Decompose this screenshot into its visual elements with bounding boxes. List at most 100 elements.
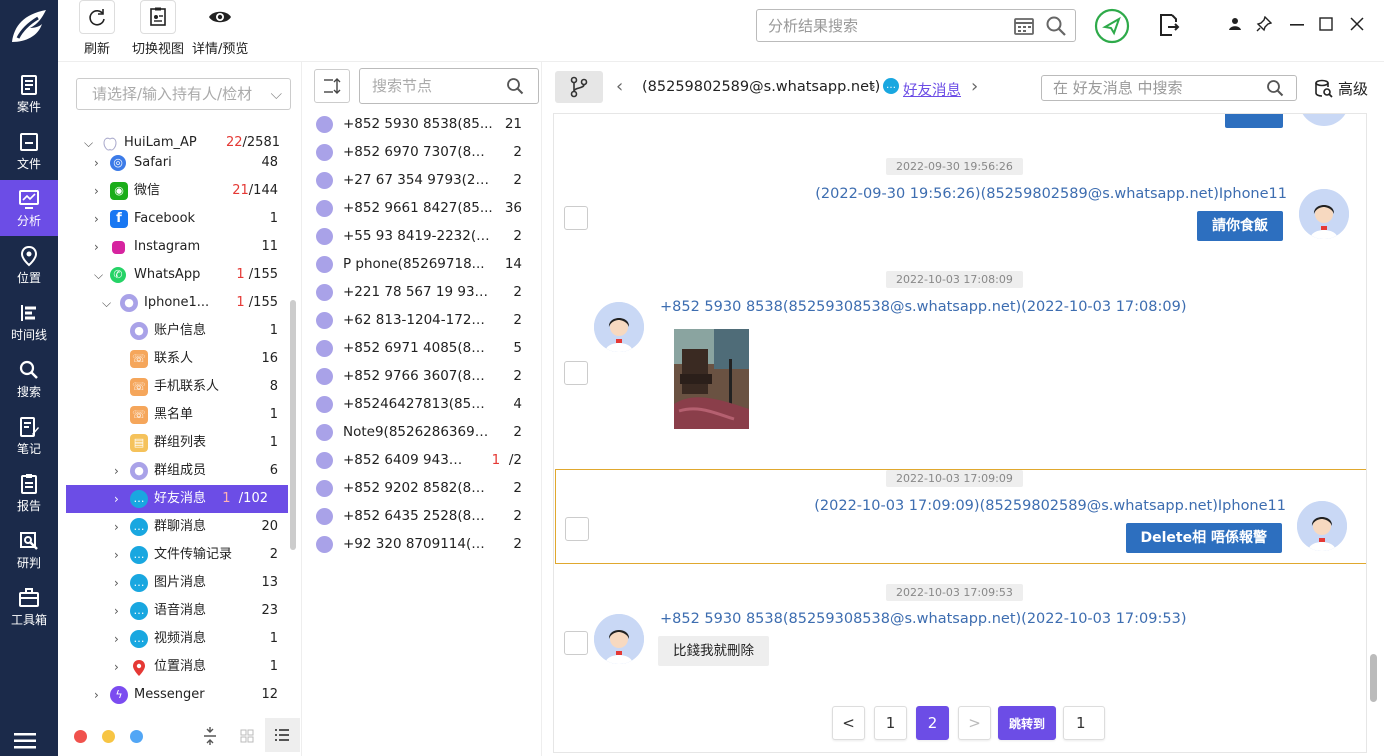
page-2-button[interactable]: 2 — [916, 706, 949, 740]
minimize-icon[interactable] — [1290, 24, 1304, 26]
tree-item-whatsapp[interactable]: ⌵ ✆ WhatsApp 1 /155 — [58, 261, 290, 289]
list-view-button[interactable] — [265, 718, 300, 752]
node-search-input[interactable]: 搜索节点 — [359, 68, 539, 104]
tree-item-messenger[interactable]: › ϟ Messenger 12 — [58, 681, 290, 709]
tree-item-group-chat[interactable]: › … 群聊消息 20 — [58, 513, 290, 541]
node-row[interactable]: +852 6971 4085(852... 5 — [302, 334, 542, 362]
export-icon[interactable] — [1158, 13, 1180, 37]
branch-button[interactable] — [555, 71, 603, 103]
chevron-right-icon[interactable]: › — [114, 457, 119, 485]
grid-view-icon[interactable] — [240, 729, 254, 743]
chat-scrollbar[interactable] — [1370, 654, 1377, 702]
tree-item-image-messages[interactable]: › … 图片消息 13 — [58, 569, 290, 597]
tree-item-account-info[interactable]: ● 账户信息 1 — [58, 317, 290, 345]
search-icon[interactable] — [1266, 79, 1284, 97]
chevron-right-icon[interactable]: › — [114, 625, 119, 653]
calendar-icon[interactable] — [1013, 15, 1035, 37]
message-bubble-outgoing[interactable]: 請你食飯 — [1197, 211, 1283, 241]
tree-item-location-messages[interactable]: › 位置消息 1 — [58, 653, 290, 681]
node-row[interactable]: +852 6435 2528(852... 2 — [302, 502, 542, 530]
close-icon[interactable] — [1350, 17, 1364, 31]
prev-page-button[interactable]: < — [832, 706, 865, 740]
tree-item-group-members[interactable]: › ● 群组成员 6 — [58, 457, 290, 485]
node-row[interactable]: +852 9202 8582(852... 2 — [302, 474, 542, 502]
node-row[interactable]: +852 6970 7307(852... 2 — [302, 138, 542, 166]
chat-search-input[interactable]: 在 好友消息 中搜索 — [1041, 75, 1297, 101]
tree-item-voice-messages[interactable]: › … 语音消息 23 — [58, 597, 290, 625]
node-row[interactable]: P phone(85269718... 14 — [302, 250, 542, 278]
red-filter-dot[interactable] — [74, 730, 87, 743]
node-row[interactable]: +92 320 8709114(92... 2 — [302, 530, 542, 558]
yellow-filter-dot[interactable] — [102, 730, 115, 743]
chevron-right-icon[interactable]: › — [94, 233, 99, 261]
node-row[interactable]: +27 67 354 9793(27... 2 — [302, 166, 542, 194]
message-checkbox[interactable] — [564, 361, 588, 385]
next-page-button[interactable]: > — [958, 706, 991, 740]
node-row[interactable]: +85246427813(8524... 4 — [302, 390, 542, 418]
node-row[interactable]: Note9(85262863694... 2 — [302, 418, 542, 446]
blue-filter-dot[interactable] — [130, 730, 143, 743]
tree-item-group-list[interactable]: ▤ 群组列表 1 — [58, 429, 290, 457]
tree-item-facebook[interactable]: › f Facebook 1 — [58, 205, 290, 233]
sort-button[interactable] — [314, 69, 350, 103]
result-search-input[interactable]: 分析结果搜索 — [756, 9, 1076, 42]
jump-page-input[interactable]: 1 — [1063, 706, 1105, 740]
chevron-right-icon[interactable]: › — [94, 205, 99, 233]
nav-timeline[interactable]: 时间线 — [0, 294, 58, 350]
nav-search[interactable]: 搜索 — [0, 351, 58, 407]
jump-to-button[interactable]: 跳转到 — [998, 706, 1056, 740]
tree-item-safari[interactable]: › ◎ Safari 48 — [58, 149, 290, 177]
tree-item-contacts[interactable]: ☏ 联系人 16 — [58, 345, 290, 373]
node-row[interactable]: +221 78 567 19 93(2... 2 — [302, 278, 542, 306]
user-icon[interactable] — [1228, 17, 1242, 31]
chevron-right-icon[interactable]: › — [94, 177, 99, 205]
message-bubble-incoming[interactable]: 比錢我就刪除 — [658, 636, 769, 666]
refresh-button[interactable]: 刷新 — [79, 0, 115, 57]
chevron-right-icon[interactable]: › — [94, 149, 99, 177]
chevron-right-icon[interactable]: › — [94, 681, 99, 709]
node-row[interactable]: +55 93 8419-2232(5... 2 — [302, 222, 542, 250]
tree-item-wechat[interactable]: › ◉ 微信 21/144 — [58, 177, 290, 205]
message-checkbox[interactable] — [564, 206, 588, 230]
nav-location[interactable]: 位置 — [0, 237, 58, 293]
chevron-down-icon[interactable]: ⌵ — [94, 261, 103, 289]
node-row[interactable]: +852 9766 3607(852... 2 — [302, 362, 542, 390]
chevron-right-icon[interactable]: › — [114, 485, 119, 513]
holder-select[interactable]: 请选择/输入持有人/检材 ⌵ — [76, 78, 291, 110]
maximize-icon[interactable] — [1319, 17, 1333, 31]
tree-item-file-transfer[interactable]: › … 文件传输记录 2 — [58, 541, 290, 569]
back-chevron-icon[interactable]: ‹ — [616, 76, 623, 97]
nav-judge[interactable]: 研判 — [0, 522, 58, 578]
nav-analysis[interactable]: 分析 — [0, 180, 58, 236]
page-1-button[interactable]: 1 — [874, 706, 907, 740]
menu-icon[interactable] — [14, 732, 36, 750]
message-image[interactable] — [674, 329, 749, 429]
message-bubble-outgoing[interactable]: Delete相 唔係報警 — [1125, 523, 1282, 553]
pin-icon[interactable] — [1256, 16, 1272, 32]
message-checkbox[interactable] — [564, 631, 588, 655]
chevron-right-icon[interactable]: › — [114, 597, 119, 625]
tree-item-video-messages[interactable]: › … 视频消息 1 — [58, 625, 290, 653]
detail-preview-button[interactable]: 详情/预览 — [192, 0, 248, 57]
tree-item-instagram[interactable]: › Instagram 11 — [58, 233, 290, 261]
switch-view-button[interactable]: 切换视图 — [132, 0, 184, 57]
chevron-down-icon[interactable]: ⌵ — [102, 289, 111, 317]
advanced-search-button[interactable]: 高级 — [1314, 78, 1368, 99]
nav-files[interactable]: 文件 — [0, 123, 58, 179]
node-row[interactable]: +852 9661 8427(85... 36 — [302, 194, 542, 222]
nav-report[interactable]: 报告 — [0, 465, 58, 521]
nav-toolbox[interactable]: 工具箱 — [0, 579, 58, 635]
message-checkbox[interactable] — [565, 517, 589, 541]
tree-item-phone-contacts[interactable]: ☏ 手机联系人 8 — [58, 373, 290, 401]
forward-chevron-icon[interactable]: › — [971, 76, 978, 97]
nav-notes[interactable]: 笔记 — [0, 408, 58, 464]
tree-item-blacklist[interactable]: ☏ 黑名单 1 — [58, 401, 290, 429]
node-row[interactable]: +62 813-1204-1723(... 2 — [302, 306, 542, 334]
tree-item-friend-messages[interactable]: › … 好友消息 1 /102 — [66, 485, 288, 513]
search-icon[interactable] — [1045, 15, 1067, 37]
breadcrumb-contact[interactable]: (85259802589@s.whatsapp.net) — [642, 79, 880, 95]
node-row[interactable]: +852 5930 8538(85... 21 — [302, 110, 542, 138]
collapse-icon[interactable] — [203, 726, 217, 746]
tree-scrollbar[interactable] — [290, 300, 296, 550]
send-status-icon[interactable] — [1094, 8, 1130, 44]
